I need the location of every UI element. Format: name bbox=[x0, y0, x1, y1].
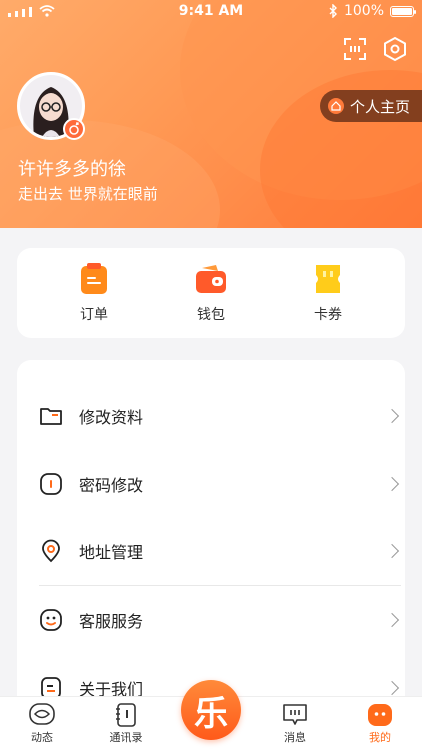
personal-homepage-label: 个人主页 bbox=[349, 97, 410, 116]
quick-action-order[interactable]: 订单 bbox=[54, 262, 134, 324]
tab-label: 通讯录 bbox=[109, 731, 143, 744]
message-icon bbox=[282, 703, 308, 725]
battery-icon bbox=[390, 5, 416, 17]
battery-percent: 100% bbox=[343, 3, 384, 19]
quick-actions-card: 订单 钱包 卡券 bbox=[17, 248, 405, 338]
me-icon bbox=[367, 703, 393, 726]
tab-contacts[interactable]: 通讯录 bbox=[96, 703, 156, 745]
menu-divider bbox=[39, 585, 401, 586]
home-icon bbox=[327, 98, 344, 114]
gender-badge-icon bbox=[63, 118, 85, 140]
username: 许许多多的徐 bbox=[18, 159, 126, 180]
quick-action-label: 卡券 bbox=[314, 307, 342, 323]
quick-action-label: 订单 bbox=[80, 307, 108, 323]
scan-icon[interactable] bbox=[342, 36, 368, 62]
location-icon bbox=[39, 539, 63, 563]
status-bar: 9:41 AM 100% bbox=[0, 0, 422, 24]
menu-item-label: 客服服务 bbox=[79, 612, 144, 631]
tab-label: 动态 bbox=[31, 731, 53, 744]
menu-item-label: 地址管理 bbox=[79, 543, 144, 562]
quick-action-coupon[interactable]: 卡券 bbox=[288, 262, 368, 324]
chevron-right-icon bbox=[384, 476, 400, 492]
center-action-button[interactable]: 乐 bbox=[181, 680, 241, 740]
tab-label: 消息 bbox=[284, 731, 306, 744]
lock-icon bbox=[39, 472, 63, 496]
menu-item-label: 修改资料 bbox=[79, 408, 144, 427]
user-motto: 走出去 世界就在眼前 bbox=[18, 185, 158, 203]
menu-item-edit-profile[interactable]: 修改资料 bbox=[17, 391, 405, 441]
menu-item-customer-service[interactable]: 客服服务 bbox=[17, 595, 405, 645]
quick-action-label: 钱包 bbox=[197, 307, 225, 323]
chevron-right-icon bbox=[384, 408, 400, 424]
bluetooth-icon bbox=[329, 4, 337, 18]
order-icon bbox=[79, 262, 109, 296]
settings-icon[interactable] bbox=[382, 36, 408, 62]
chevron-right-icon bbox=[384, 543, 400, 559]
personal-homepage-button[interactable]: 个人主页 bbox=[319, 90, 422, 122]
coupon-icon bbox=[313, 262, 343, 296]
folder-icon bbox=[39, 404, 63, 428]
menu-item-change-password[interactable]: 密码修改 bbox=[17, 459, 405, 509]
tab-feed[interactable]: 动态 bbox=[12, 703, 72, 745]
chevron-right-icon bbox=[384, 680, 400, 696]
tab-label: 我的 bbox=[369, 731, 391, 744]
tab-me[interactable]: 我的 bbox=[350, 703, 410, 745]
wallet-icon bbox=[196, 262, 226, 296]
center-action-glyph: 乐 bbox=[194, 693, 228, 734]
feed-icon bbox=[29, 703, 55, 725]
menu-item-address[interactable]: 地址管理 bbox=[17, 526, 405, 576]
service-icon bbox=[39, 608, 63, 632]
quick-action-wallet[interactable]: 钱包 bbox=[171, 262, 251, 324]
tab-messages[interactable]: 消息 bbox=[265, 703, 325, 745]
chevron-right-icon bbox=[384, 612, 400, 628]
contacts-icon bbox=[113, 703, 139, 727]
menu-item-label: 密码修改 bbox=[79, 476, 144, 495]
